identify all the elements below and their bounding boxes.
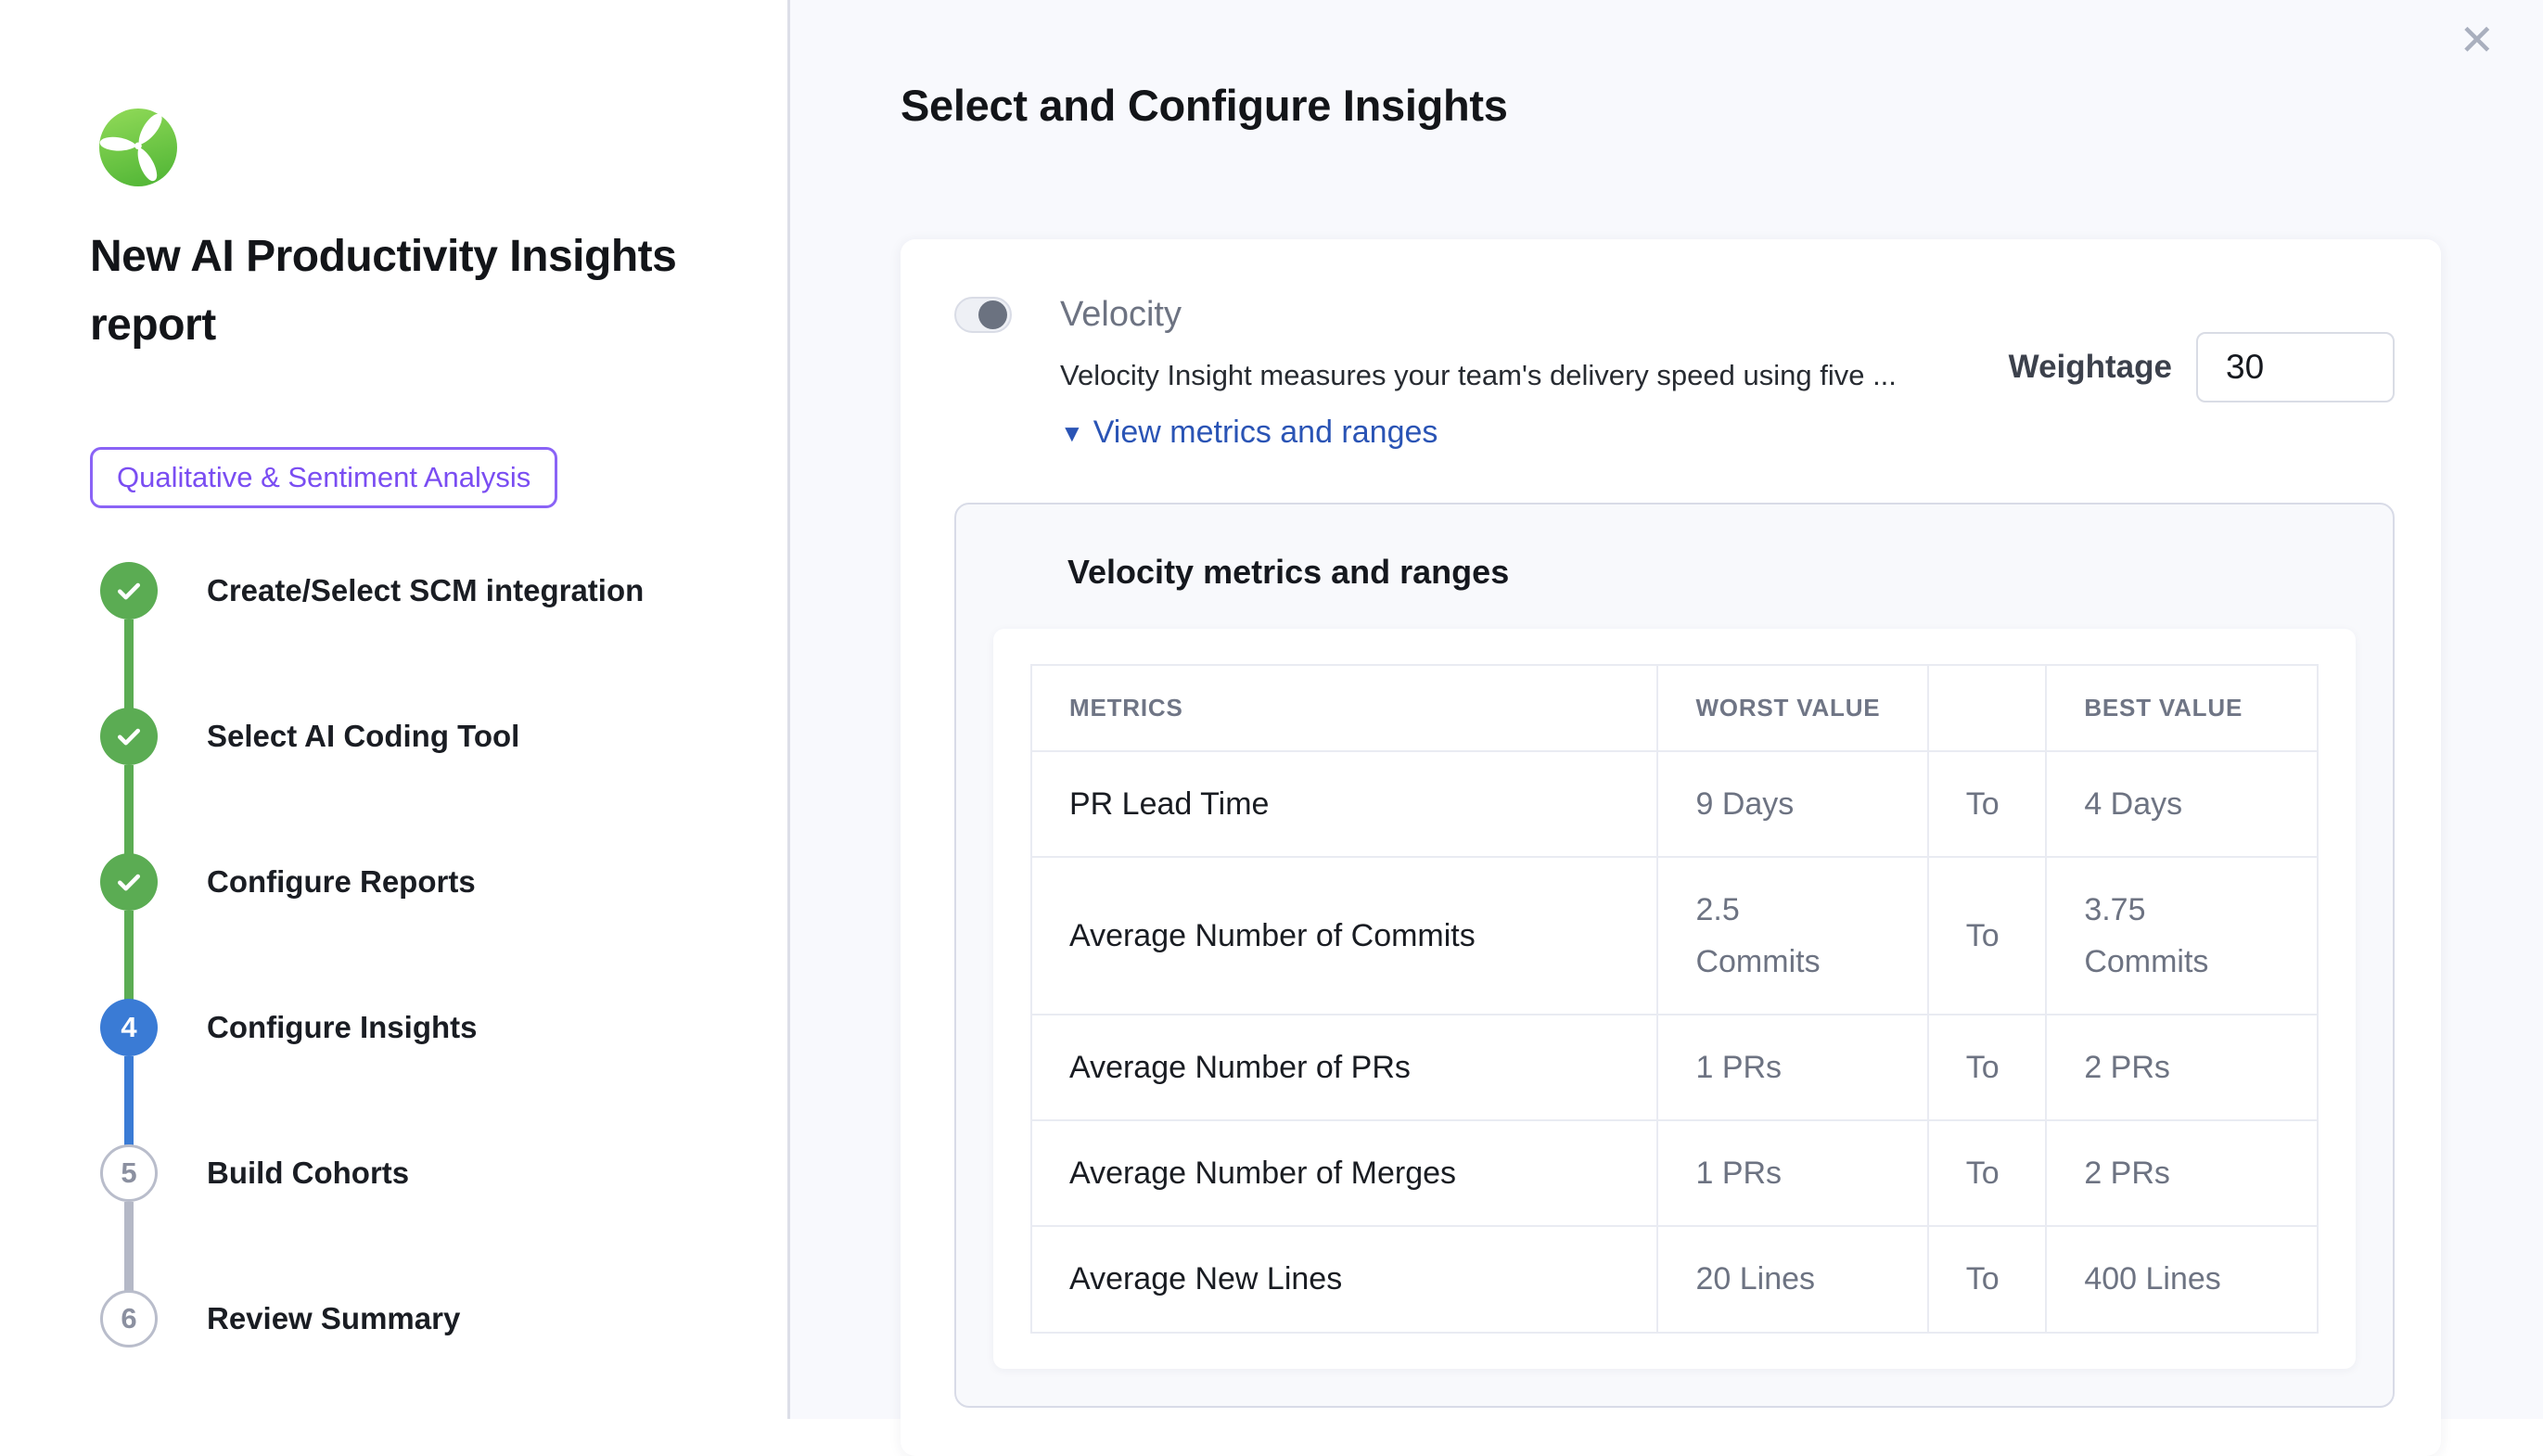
weightage-input[interactable] — [2196, 332, 2395, 402]
to-cell: To — [1928, 751, 2047, 857]
configure-insights-panel: ✕ Select and Configure Insights Velocity… — [790, 0, 2543, 1419]
wizard-sidebar: New AI Productivity Insights report Qual… — [0, 0, 790, 1419]
metric-name-cell: Average New Lines — [1031, 1226, 1657, 1332]
best-value-cell: 400 Lines — [2046, 1226, 2318, 1332]
weightage-group: Weightage — [2009, 332, 2395, 402]
panel-title: Select and Configure Insights — [901, 80, 1508, 131]
page: New AI Productivity Insights report Qual… — [0, 0, 2543, 1419]
chevron-down-icon: ▼ — [1060, 421, 1084, 445]
table-row: Average Number of PRs 1 PRs To 2 PRs — [1031, 1015, 2318, 1120]
metrics-table: METRICSWORST VALUE BEST VALUE PR Lead Tim… — [1030, 664, 2319, 1334]
column-header: WORST VALUE — [1657, 665, 1927, 751]
metric-name-cell: Average Number of Merges — [1031, 1120, 1657, 1226]
value-text: 4 Days — [2084, 778, 2182, 830]
step-check-circle — [100, 708, 158, 765]
to-cell: To — [1928, 857, 2047, 1015]
step-number-circle: 5 — [100, 1144, 158, 1202]
metrics-ranges-panel: Velocity metrics and ranges METRICSWORST… — [954, 503, 2395, 1408]
to-cell: To — [1928, 1120, 2047, 1226]
step-connector — [124, 1056, 134, 1145]
view-metrics-link-label: View metrics and ranges — [1093, 415, 1438, 451]
step-item-build-cohorts[interactable]: 5 Build Cohorts — [100, 1144, 675, 1290]
table-row: Average New Lines 20 Lines To 400 Lines — [1031, 1226, 2318, 1332]
worst-value-cell: 1 PRs — [1657, 1120, 1927, 1226]
table-row: PR Lead Time 9 Days To 4 Days — [1031, 751, 2318, 857]
step-label: Configure Insights — [207, 999, 478, 1056]
metric-name-cell: Average Number of PRs — [1031, 1015, 1657, 1120]
value-text: 2 PRs — [2084, 1041, 2170, 1093]
value-text: 1 PRs — [1695, 1147, 1782, 1199]
step-check-circle — [100, 853, 158, 911]
toggle-knob — [978, 300, 1007, 329]
step-label: Create/Select SCM integration — [207, 562, 644, 619]
view-metrics-link[interactable]: ▼ View metrics and ranges — [1060, 415, 1438, 451]
value-text: 2 PRs — [2084, 1147, 2170, 1199]
best-value-cell: 3.75 Commits — [2046, 857, 2318, 1015]
step-label: Configure Reports — [207, 853, 476, 911]
value-text: 400 Lines — [2084, 1253, 2220, 1305]
stepper: Create/Select SCM integration Select AI C… — [100, 562, 675, 1436]
step-item-review-summary[interactable]: 6 Review Summary — [100, 1290, 675, 1436]
worst-value-cell: 1 PRs — [1657, 1015, 1927, 1120]
check-icon — [112, 865, 146, 899]
metric-name-cell: PR Lead Time — [1031, 751, 1657, 857]
best-value-cell: 2 PRs — [2046, 1015, 2318, 1120]
weightage-label: Weightage — [2009, 349, 2172, 386]
close-icon[interactable]: ✕ — [2453, 13, 2500, 67]
metric-name-cell: Average Number of Commits — [1031, 857, 1657, 1015]
step-number-circle: 4 — [100, 999, 158, 1056]
step-item-create-select-scm-integration[interactable]: Create/Select SCM integration — [100, 562, 675, 708]
step-connector — [124, 911, 134, 1000]
column-header — [1928, 665, 2047, 751]
step-label: Build Cohorts — [207, 1144, 409, 1202]
worst-value-cell: 2.5 Commits — [1657, 857, 1927, 1015]
step-connector — [124, 1202, 134, 1291]
step-connector — [124, 765, 134, 854]
step-label: Select AI Coding Tool — [207, 708, 519, 765]
value-text: 9 Days — [1695, 778, 1794, 830]
table-header-row: METRICSWORST VALUE BEST VALUE — [1031, 665, 2318, 751]
value-text: 1 PRs — [1695, 1041, 1782, 1093]
step-number: 5 — [121, 1156, 136, 1190]
report-type-badge: Qualitative & Sentiment Analysis — [90, 447, 557, 508]
velocity-insight-card: Velocity Velocity Insight measures your … — [901, 239, 2441, 1456]
to-cell: To — [1928, 1015, 2047, 1120]
worst-value-cell: 20 Lines — [1657, 1226, 1927, 1332]
metrics-panel-title: Velocity metrics and ranges — [1067, 553, 2356, 592]
step-item-configure-reports[interactable]: Configure Reports — [100, 853, 675, 999]
velocity-toggle[interactable] — [954, 297, 1012, 333]
table-body: PR Lead Time 9 Days To 4 Days Average Number… — [1031, 751, 2318, 1333]
check-icon — [112, 720, 146, 753]
column-header: BEST VALUE — [2046, 665, 2318, 751]
insight-name: Velocity — [1060, 295, 2395, 335]
best-value-cell: 2 PRs — [2046, 1120, 2318, 1226]
check-icon — [112, 574, 146, 607]
table-row: Average Number of Merges 1 PRs To 2 PRs — [1031, 1120, 2318, 1226]
step-number: 4 — [121, 1011, 136, 1044]
step-number-circle: 6 — [100, 1290, 158, 1347]
column-header: METRICS — [1031, 665, 1657, 751]
metrics-table-card: METRICSWORST VALUE BEST VALUE PR Lead Tim… — [993, 629, 2356, 1369]
propeller-logo-icon — [99, 108, 177, 187]
value-text: 3.75 Commits — [2084, 884, 2232, 988]
table-row: Average Number of Commits 2.5 Commits To 3.… — [1031, 857, 2318, 1015]
step-label: Review Summary — [207, 1290, 460, 1347]
best-value-cell: 4 Days — [2046, 751, 2318, 857]
worst-value-cell: 9 Days — [1657, 751, 1927, 857]
value-text: 2.5 Commits — [1695, 884, 1844, 988]
to-cell: To — [1928, 1226, 2047, 1332]
step-item-configure-insights[interactable]: 4 Configure Insights — [100, 999, 675, 1144]
step-item-select-ai-coding-tool[interactable]: Select AI Coding Tool — [100, 708, 675, 853]
step-check-circle — [100, 562, 158, 619]
value-text: 20 Lines — [1695, 1253, 1815, 1305]
report-title: New AI Productivity Insights report — [90, 223, 684, 361]
step-number: 6 — [121, 1302, 136, 1335]
step-connector — [124, 619, 134, 709]
